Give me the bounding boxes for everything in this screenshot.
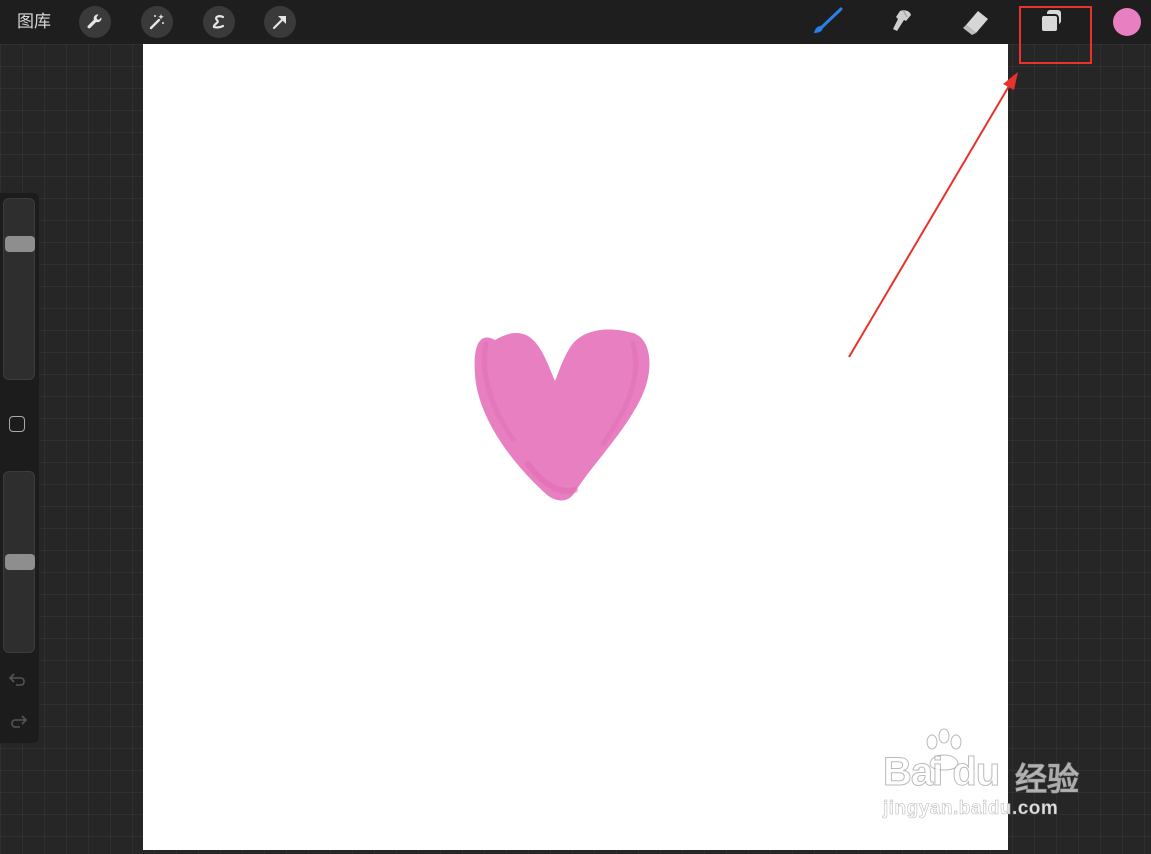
- baidu-watermark: Bai du 经验 jingyan.baidu.com: [880, 728, 1100, 828]
- watermark-url: jingyan.baidu.com: [883, 798, 1059, 820]
- watermark-brand: Bai du: [882, 750, 1000, 795]
- watermark-brand-cn: 经验: [1014, 760, 1080, 799]
- annotation-arrow: [848, 72, 1018, 358]
